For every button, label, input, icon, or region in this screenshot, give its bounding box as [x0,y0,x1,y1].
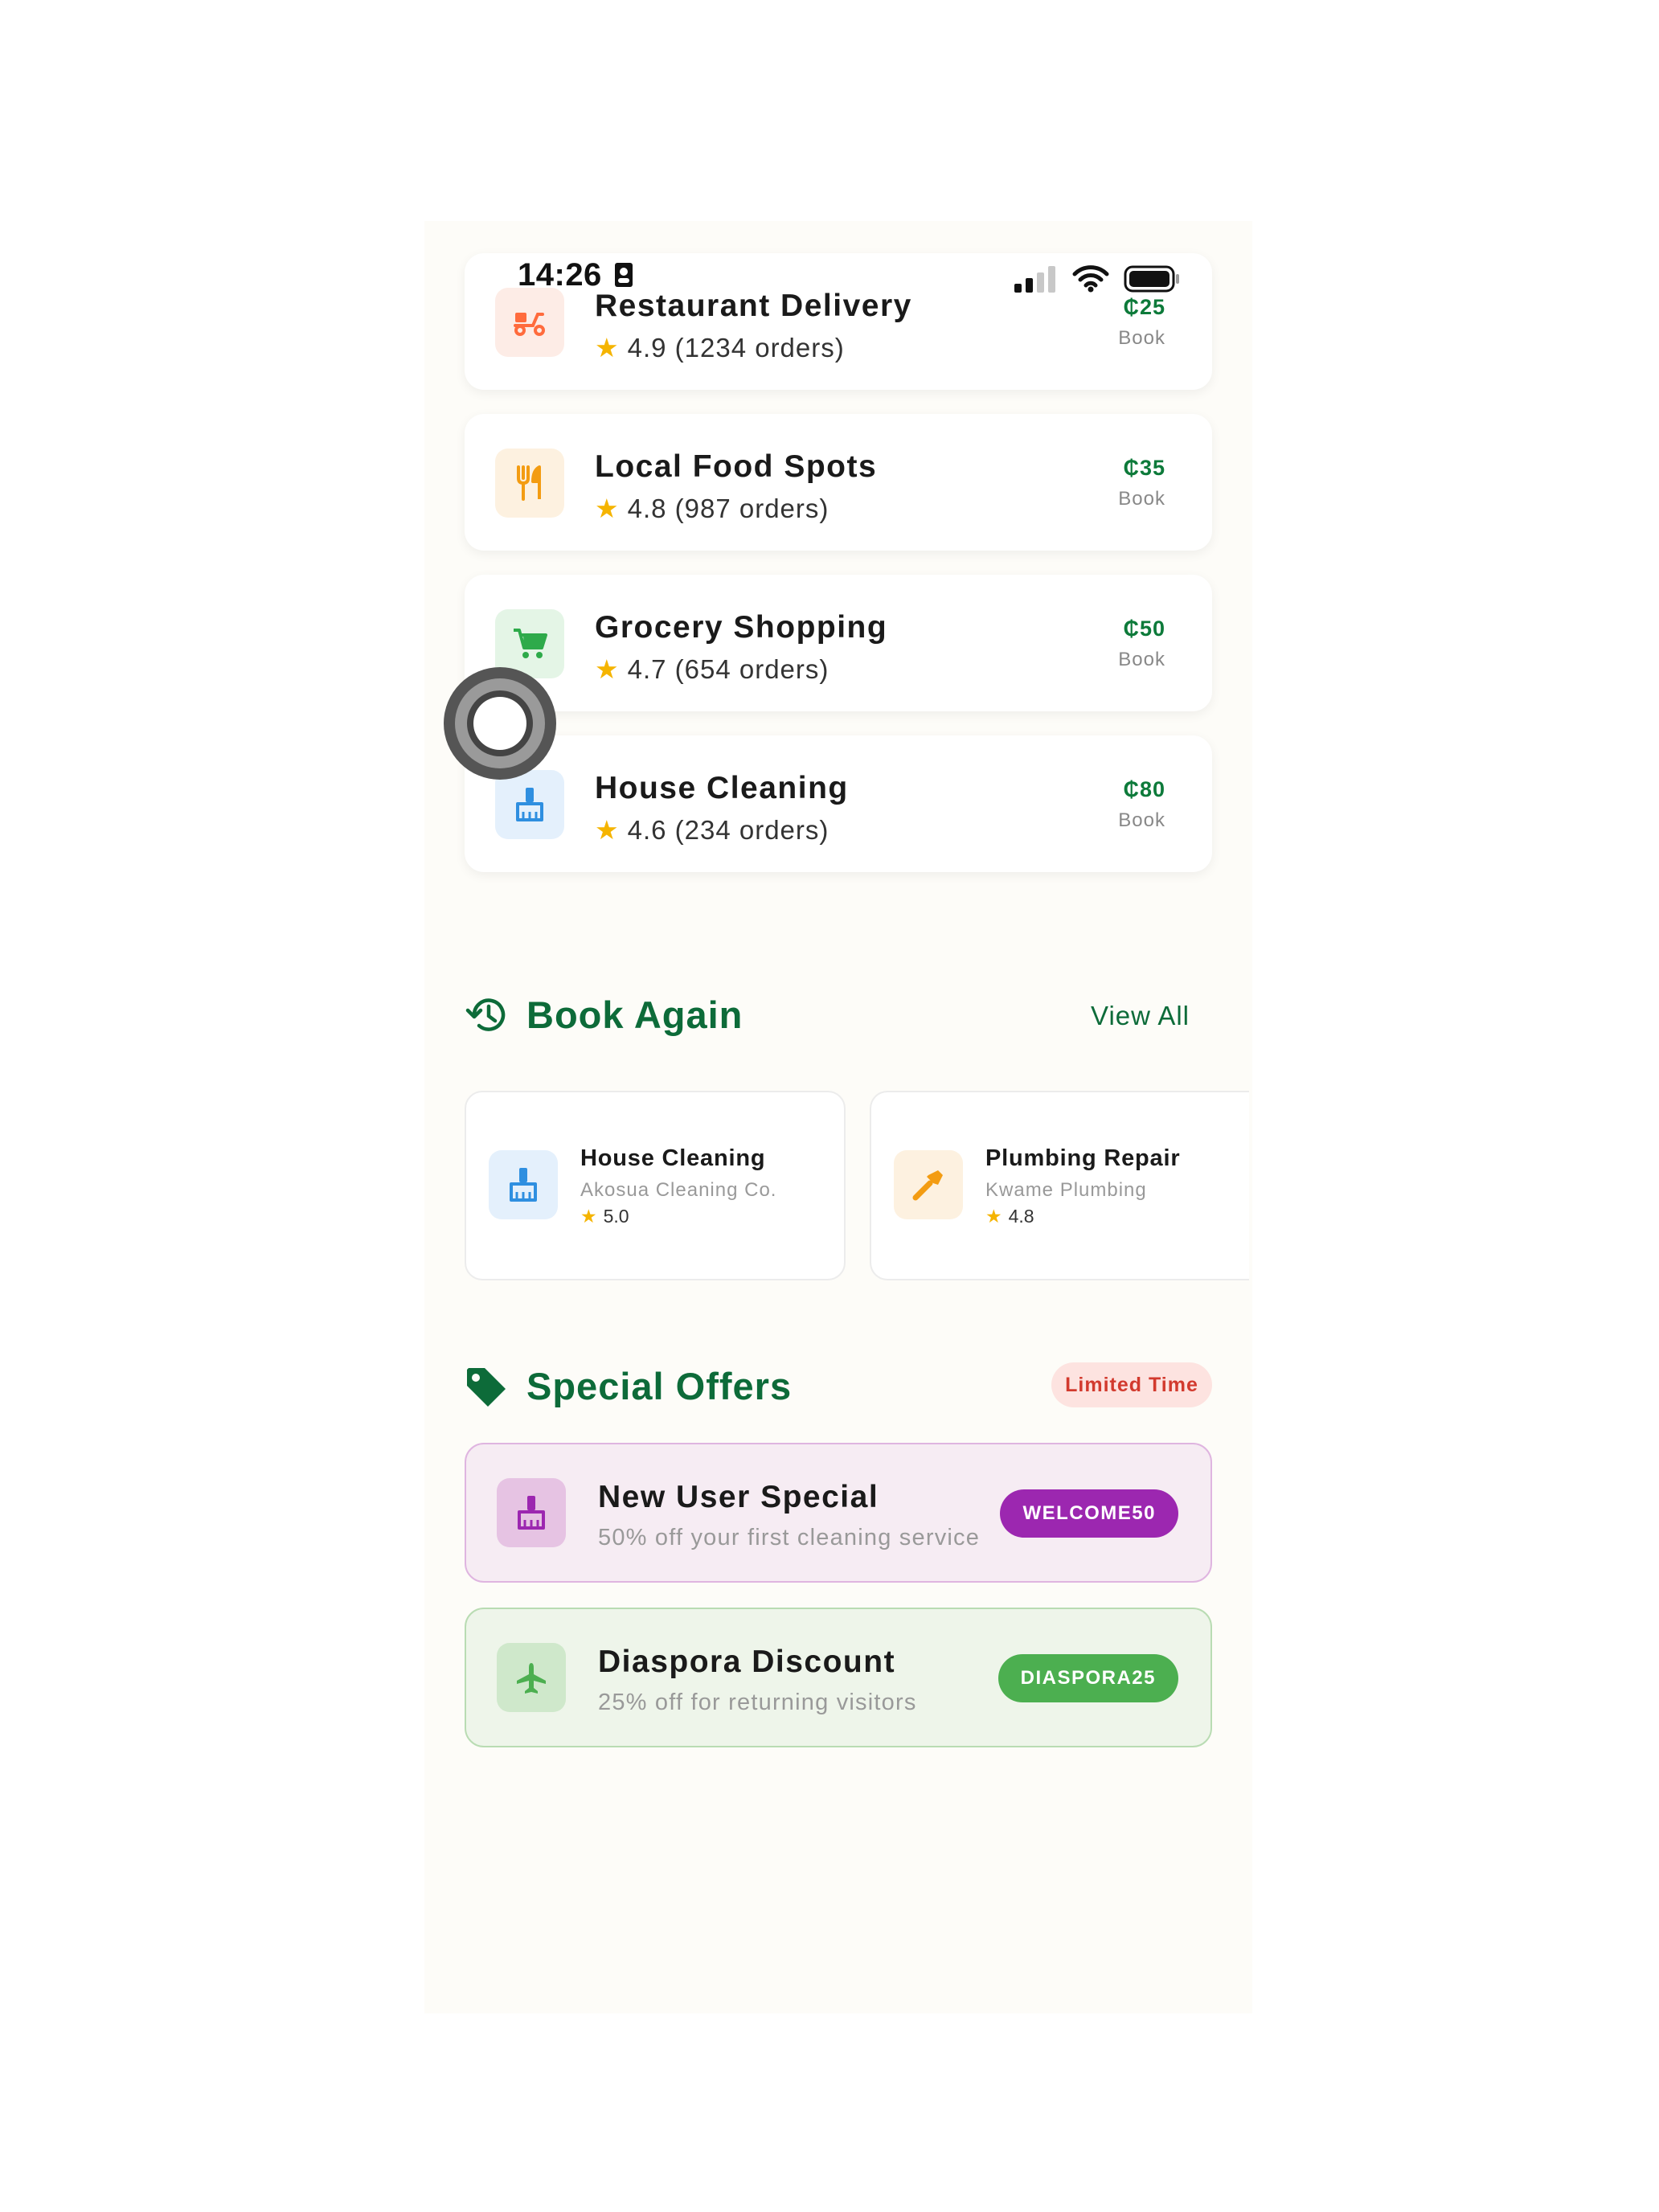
book-link[interactable]: Book [1118,327,1165,350]
promo-code-button[interactable]: WELCOME50 [1000,1489,1178,1538]
view-all-link[interactable]: View All [1091,1001,1190,1031]
star-icon: ★ [595,815,620,845]
airplane-icon [497,1643,566,1712]
offer-title: Diaspora Discount [598,1645,896,1679]
service-rating: ★ 4.6 (234 orders) [595,815,830,845]
wrench-icon [894,1150,963,1219]
service-price: ₵25 [1123,295,1165,319]
offer-card-new-user[interactable]: New User Special 50% off your first clea… [465,1443,1212,1583]
promo-code-button[interactable]: DIASPORA25 [997,1654,1178,1702]
star-icon: ★ [580,1206,597,1227]
special-offers-title: Special Offers [526,1365,793,1407]
fork-knife-icon [495,449,564,518]
service-rating: ★ 4.8 (987 orders) [595,494,830,523]
book-link[interactable]: Book [1118,809,1165,832]
service-card-grocery[interactable]: Grocery Shopping ★ 4.7 (654 orders) ₵50 B… [465,575,1212,711]
assistive-touch-button[interactable] [444,667,556,780]
service-card-local-food[interactable]: Local Food Spots ★ 4.8 (987 orders) ₵35 B… [465,414,1212,551]
service-card-house-cleaning[interactable]: House Cleaning ★ 4.6 (234 orders) ₵80 Boo… [465,735,1212,872]
book-again-service: House Cleaning [580,1145,766,1171]
service-price: ₵50 [1123,616,1165,641]
book-again-title: Book Again [526,993,743,1036]
cellular-signal-icon [1014,266,1055,293]
history-icon [465,998,506,1031]
offer-description: 25% off for returning visitors [598,1690,917,1715]
star-icon: ★ [595,654,620,684]
book-again-provider: Akosua Cleaning Co. [580,1179,777,1201]
book-again-provider: Kwame Plumbing [985,1179,1147,1201]
status-time: 14:26 [518,257,633,293]
service-title: House Cleaning [595,771,849,805]
book-link[interactable]: Book [1118,649,1165,671]
star-icon: ★ [985,1206,1002,1227]
offer-description: 50% off your first cleaning service [598,1525,981,1550]
broom-icon [495,770,564,839]
star-icon: ★ [595,333,620,363]
contact-card-icon [615,263,633,287]
service-title: Restaurant Delivery [595,289,912,323]
service-price: ₵80 [1123,777,1165,801]
book-again-rating: ★ 4.8 [985,1206,1034,1227]
star-icon: ★ [595,494,620,523]
broom-icon [489,1150,558,1219]
book-again-card[interactable]: Plumbing Repair Kwame Plumbing ★ 4.8 [870,1091,1249,1280]
wifi-icon [1072,265,1109,293]
tag-icon [467,1368,506,1407]
offer-card-diaspora[interactable]: Diaspora Discount 25% off for returning … [465,1608,1212,1747]
battery-icon [1124,265,1179,293]
broom-icon [497,1478,566,1547]
offer-title: New User Special [598,1480,879,1514]
book-again-service: Plumbing Repair [985,1145,1181,1171]
book-again-rating: ★ 5.0 [580,1206,629,1227]
scooter-icon [495,288,564,357]
service-rating: ★ 4.9 (1234 orders) [595,333,845,363]
book-again-card[interactable]: House Cleaning Akosua Cleaning Co. ★ 5.0 [465,1091,846,1280]
book-link[interactable]: Book [1118,488,1165,510]
service-rating: ★ 4.7 (654 orders) [595,654,830,684]
status-icons [1013,263,1182,295]
service-title: Local Food Spots [595,449,878,484]
limited-time-badge: Limited Time [1051,1362,1212,1407]
app-screen: 14:26 Restaurant Delivery ★ 4.9 (1234 ord… [424,221,1252,2013]
service-title: Grocery Shopping [595,610,888,645]
service-price: ₵35 [1123,456,1165,480]
